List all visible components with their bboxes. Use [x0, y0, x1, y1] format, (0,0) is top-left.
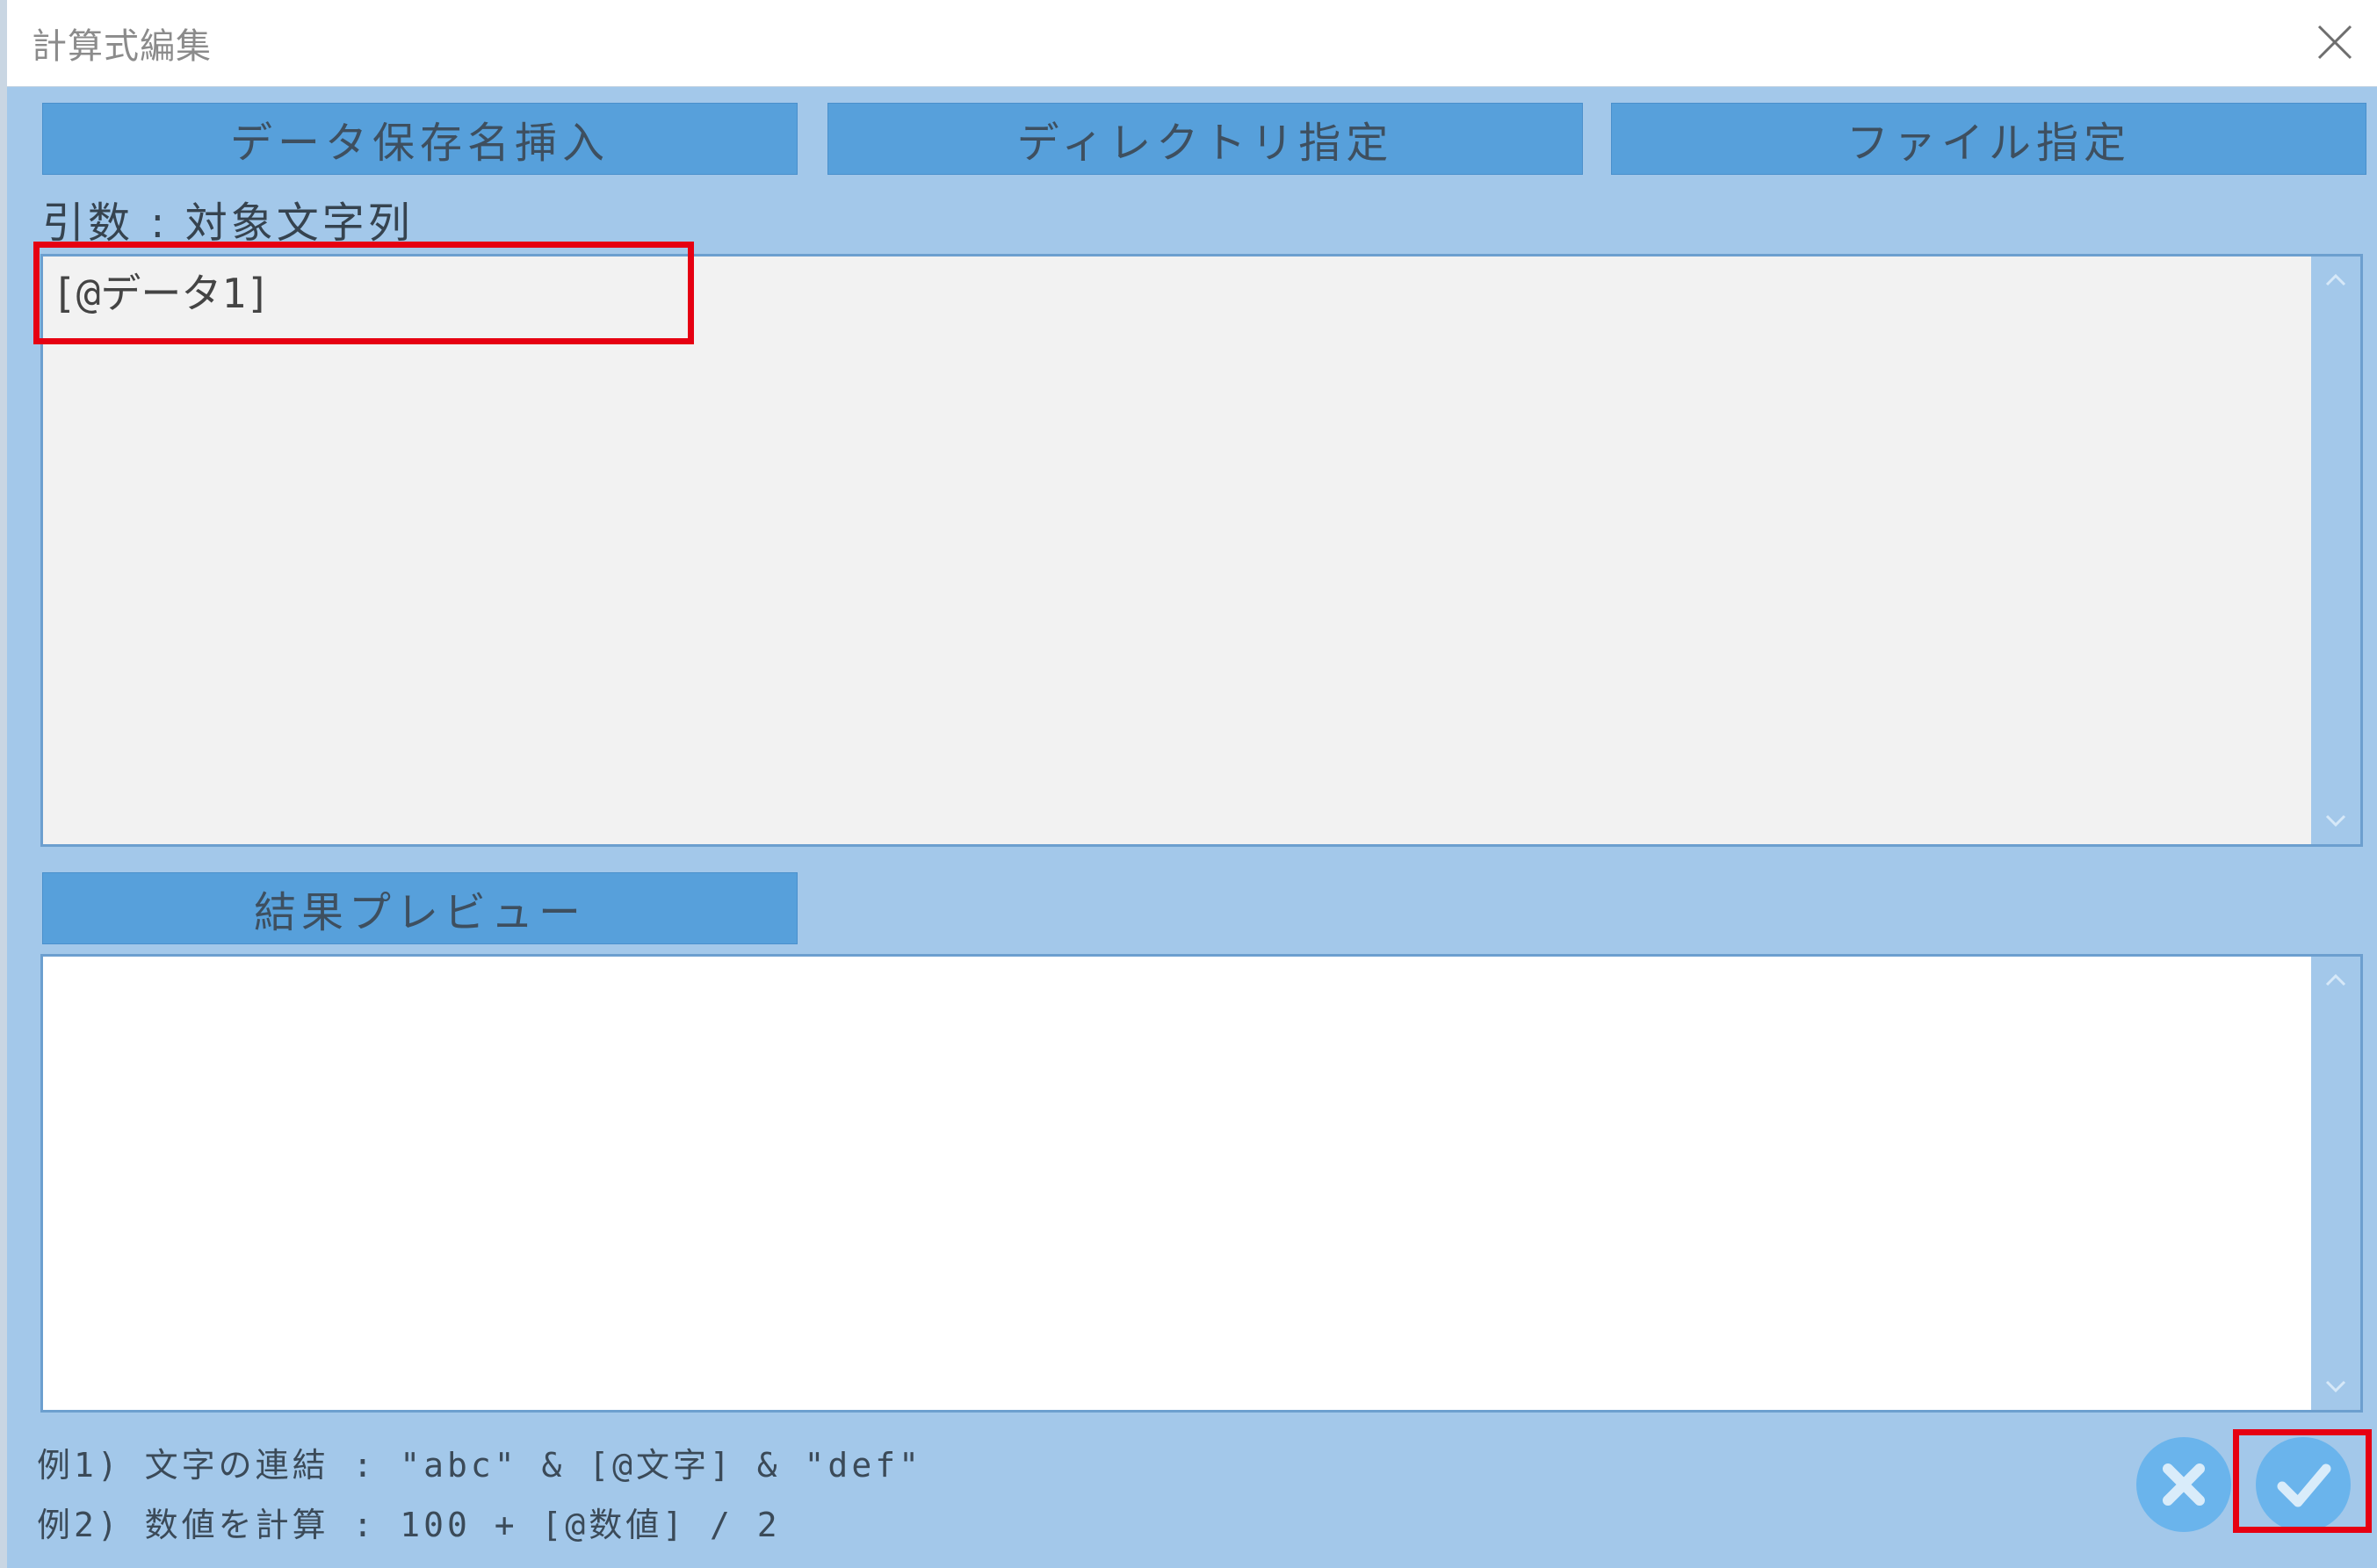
check-icon	[2277, 1463, 2331, 1507]
specify-directory-button[interactable]: ディレクトリ指定	[827, 103, 1583, 175]
ok-button[interactable]	[2256, 1437, 2351, 1532]
title-bar: 計算式編集	[7, 0, 2377, 87]
scroll-up-icon[interactable]	[2323, 969, 2348, 994]
insert-data-name-button[interactable]: データ保存名挿入	[42, 103, 798, 175]
cancel-button[interactable]	[2136, 1437, 2231, 1532]
scroll-down-icon[interactable]	[2323, 1373, 2348, 1398]
preview-scrollbar[interactable]	[2311, 957, 2360, 1410]
formula-textarea[interactable]: [@データ1]	[40, 254, 2363, 847]
preview-textarea[interactable]	[40, 954, 2363, 1413]
example-line-1: 例1) 文字の連結 : "abc" & [@文字] & "def"	[37, 1446, 922, 1485]
formula-edit-dialog: 計算式編集 データ保存名挿入 ディレクトリ指定 ファイル指定 引数 : 対象文字…	[0, 0, 2377, 1568]
scroll-up-icon[interactable]	[2323, 269, 2348, 293]
x-icon	[2163, 1463, 2205, 1506]
example-line-2: 例2) 数値を計算 : 100 + [@数値] / 2	[37, 1506, 781, 1544]
scroll-down-icon[interactable]	[2323, 807, 2348, 832]
specify-file-button[interactable]: ファイル指定	[1611, 103, 2366, 175]
argument-label: 引数 : 対象文字列	[42, 199, 414, 248]
formula-text: [@データ1]	[52, 270, 271, 317]
formula-scrollbar[interactable]	[2311, 257, 2360, 844]
window-title: 計算式編集	[32, 26, 212, 67]
close-icon[interactable]	[2310, 18, 2359, 67]
result-preview-button[interactable]: 結果プレビュー	[42, 872, 798, 944]
